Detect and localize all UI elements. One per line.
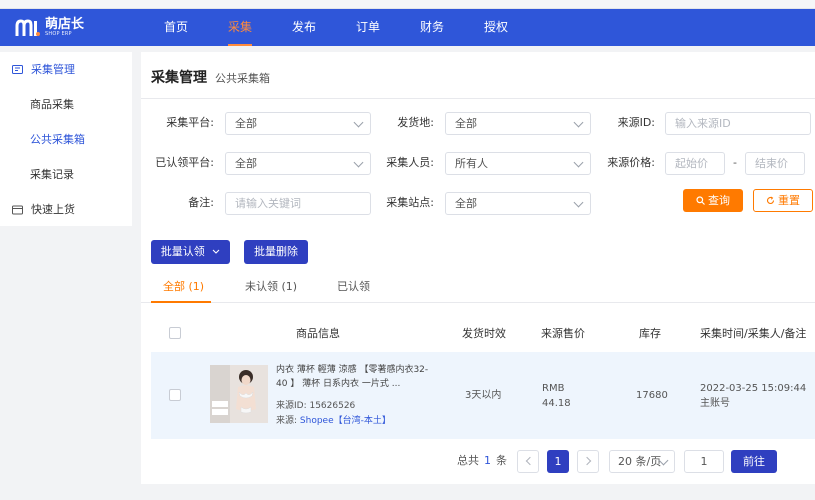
collector-label: 采集人员:: [386, 156, 434, 169]
total-prefix: 总共: [457, 454, 479, 467]
product-source: 来源: Shopee【台湾-本土】: [276, 413, 391, 426]
site-label: 采集站点:: [386, 196, 434, 209]
collector-select[interactable]: 所有人: [445, 152, 591, 175]
batch-claim-button[interactable]: 批量认领: [151, 240, 230, 264]
collector-name: 主账号: [700, 398, 730, 409]
price-min-input[interactable]: 起始价: [665, 152, 725, 175]
chevron-left-icon: [525, 456, 535, 466]
sidebar: 采集管理 商品采集 公共采集箱 采集记录 快速上货: [0, 52, 132, 226]
nav-publish[interactable]: 发布: [272, 9, 336, 46]
chevron-down-icon: [212, 249, 220, 254]
refresh-icon: [767, 196, 775, 205]
tab-all[interactable]: 全部 (1): [163, 276, 204, 298]
platform-label: 采集平台:: [166, 116, 214, 129]
note-label: 备注:: [188, 196, 214, 209]
status-tabs: 全部 (1) 未认领 (1) 已认领: [141, 276, 815, 303]
source-id-label: 来源ID:: [617, 116, 655, 129]
total-suffix: 条: [496, 454, 507, 467]
row-checkbox[interactable]: [169, 389, 181, 401]
chevron-down-icon: [573, 197, 584, 208]
page-subtitle: 公共采集箱: [215, 72, 270, 85]
nav-finance[interactable]: 财务: [400, 9, 464, 46]
collect-time: 2022-03-25 15:09:44: [700, 383, 807, 394]
ship-from-select[interactable]: 全部: [445, 112, 591, 135]
ship-from-label: 发货地:: [397, 116, 434, 129]
sidebar-item-collect-records[interactable]: 采集记录: [0, 163, 132, 198]
prev-page-button[interactable]: [517, 450, 539, 473]
price-value: 44.18: [542, 398, 571, 409]
page-1-button[interactable]: 1: [547, 450, 569, 473]
active-tab-indicator: [151, 301, 211, 303]
ship-from-value: 全部: [455, 117, 477, 130]
ship-time-value: 3天以内: [465, 390, 502, 401]
price-currency: RMB: [542, 383, 565, 394]
stock-value: 17680: [636, 390, 668, 401]
nav-authorize[interactable]: 授权: [464, 9, 528, 46]
note-input[interactable]: 请输入关键词: [225, 192, 371, 215]
site-select[interactable]: 全部: [445, 192, 591, 215]
batch-delete-button[interactable]: 批量删除: [244, 240, 308, 264]
site-value: 全部: [455, 197, 477, 210]
source-link[interactable]: Shopee【台湾-本土】: [300, 416, 391, 426]
price-label: 来源价格:: [607, 156, 655, 169]
nav-orders[interactable]: 订单: [336, 9, 400, 46]
main-nav: 首页 采集 发布 订单 财务 授权: [144, 9, 528, 46]
search-icon: [696, 196, 705, 205]
logo-subtext: SHOP ERP: [45, 31, 72, 37]
next-page-button[interactable]: [577, 450, 599, 473]
claimed-platform-select[interactable]: 全部: [225, 152, 371, 175]
top-header: 萌店长 SHOP ERP 首页 采集 发布 订单 财务 授权: [0, 9, 815, 46]
logo-text: 萌店长: [45, 17, 85, 32]
product-title[interactable]: 内衣 薄杯 輕薄 涼感 【零著感内衣32-40 】 薄杯 日系内衣 一片式 ..…: [276, 363, 436, 391]
nav-home[interactable]: 首页: [144, 9, 208, 46]
page-size-value: 20 条/页: [618, 455, 662, 468]
total-count: 1: [484, 454, 491, 467]
price-max-input[interactable]: 结束价: [745, 152, 805, 175]
product-source-id: 来源ID: 15626526: [276, 401, 356, 411]
query-button[interactable]: 查询: [683, 189, 743, 212]
header-meta: 采集时间/采集人/备注: [700, 327, 807, 340]
source-id-input[interactable]: 输入来源ID: [665, 112, 811, 135]
collector-value: 所有人: [455, 157, 488, 170]
sidebar-group-quick-upload[interactable]: 快速上货: [0, 198, 132, 233]
platform-value: 全部: [235, 117, 257, 130]
header-price: 来源售价: [541, 327, 585, 340]
reset-label: 重置: [778, 194, 800, 207]
platform-select[interactable]: 全部: [225, 112, 371, 135]
claimed-platform-label: 已认领平台:: [155, 156, 214, 169]
sidebar-item-public-box[interactable]: 公共采集箱: [0, 128, 132, 163]
product-thumbnail[interactable]: [210, 365, 268, 423]
goto-page-input[interactable]: 1: [684, 450, 724, 473]
tab-unclaimed[interactable]: 未认领 (1): [245, 276, 297, 298]
header-ship-time: 发货时效: [462, 327, 506, 340]
sidebar-item-product-collect[interactable]: 商品采集: [0, 93, 132, 128]
price-separator: -: [733, 156, 737, 169]
logo[interactable]: 萌店长 SHOP ERP: [15, 18, 125, 38]
sidebar-group-label: 快速上货: [31, 203, 75, 216]
source-prefix: 来源:: [276, 416, 298, 426]
nav-collect[interactable]: 采集: [208, 9, 272, 46]
main-panel: 采集管理 公共采集箱 采集平台: 全部 发货地: 全部 来源ID: 输入来源ID…: [141, 52, 815, 484]
sidebar-group-label: 采集管理: [31, 63, 75, 76]
header-stock: 库存: [639, 327, 661, 340]
select-all-checkbox[interactable]: [169, 327, 181, 339]
header-product: 商品信息: [296, 327, 340, 340]
logo-icon: [15, 18, 40, 36]
product-image: [210, 365, 268, 423]
claimed-platform-value: 全部: [235, 157, 257, 170]
page-title: 采集管理: [151, 70, 207, 86]
batch-claim-label: 批量认领: [160, 245, 205, 258]
page-size-select[interactable]: 20 条/页: [609, 450, 675, 473]
query-label: 查询: [708, 194, 730, 207]
upload-box-icon: [12, 205, 23, 215]
sidebar-group-collect-management[interactable]: 采集管理: [0, 58, 132, 93]
chevron-right-icon: [582, 456, 592, 466]
collection-icon: [12, 65, 23, 74]
goto-button[interactable]: 前往: [731, 450, 777, 473]
browser-strip: [0, 0, 815, 9]
divider: [141, 98, 815, 99]
reset-button[interactable]: 重置: [753, 189, 813, 212]
tab-claimed[interactable]: 已认领: [337, 276, 370, 298]
